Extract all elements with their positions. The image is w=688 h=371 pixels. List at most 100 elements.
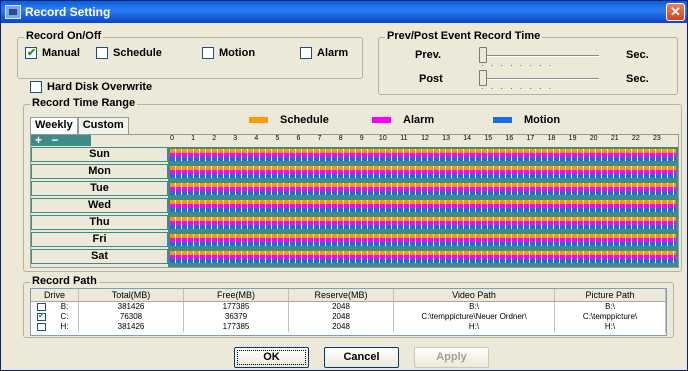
picture-cell: C:\temppicture\ — [555, 312, 666, 322]
hour-label: 0 — [170, 135, 174, 142]
schedule-row-mon[interactable] — [170, 166, 676, 179]
ok-button[interactable]: OK — [234, 347, 309, 368]
drive-cell: B: — [31, 302, 79, 312]
hour-label: 3 — [233, 135, 238, 142]
reserve-cell: 2048 — [289, 302, 394, 312]
post-slider-ticks: ········ — [481, 84, 559, 93]
video-cell: H:\ — [394, 322, 555, 332]
drive-checkbox[interactable] — [37, 323, 46, 331]
drive-checkbox[interactable] — [37, 303, 46, 311]
schedule-row-tue[interactable] — [170, 183, 676, 196]
day-mon[interactable]: Mon — [31, 164, 168, 179]
hour-label: 18 — [547, 135, 556, 142]
drive-letter: H: — [60, 322, 69, 331]
prev-slider[interactable]: ········ — [479, 46, 599, 70]
table-body: B:3814261773852048B:\B:\C:76308363792048… — [31, 302, 666, 332]
hour-label: 22 — [631, 135, 640, 142]
post-slider-thumb[interactable] — [479, 70, 487, 86]
day-wed[interactable]: Wed — [31, 198, 168, 213]
post-slider[interactable]: ········ — [479, 69, 599, 93]
tab-custom[interactable]: Custom — [77, 117, 129, 135]
prev-label: Prev. — [415, 49, 442, 61]
post-slider-track — [479, 78, 599, 80]
remove-schedule-button[interactable]: − — [51, 133, 58, 147]
day-tue[interactable]: Tue — [31, 181, 168, 196]
hour-label: 2 — [212, 135, 217, 142]
hour-label: 4 — [254, 135, 259, 142]
hour-label: 19 — [568, 135, 577, 142]
schedule-row-wed[interactable] — [170, 200, 676, 213]
close-button[interactable]: ✕ — [666, 3, 685, 21]
table-row[interactable]: B: 381426 177385 2048 B:\ B:\ — [31, 302, 666, 312]
weekly-schedule-panel: + − 0 1 2 3 4 5 6 7 8 9 10 11 12 13 14 15 16 17 18 19 20 21 22… — [30, 134, 679, 268]
add-schedule-button[interactable]: + — [35, 133, 42, 147]
schedule-toolbar: + − — [31, 133, 91, 147]
video-cell: C:\temppicture\Neuer Ordner\ — [394, 312, 555, 322]
column-header[interactable]: Picture Path — [555, 289, 666, 301]
column-header[interactable]: Reserve(MB) — [289, 289, 394, 301]
reserve-cell: 2048 — [289, 312, 394, 322]
cancel-button[interactable]: Cancel — [324, 347, 399, 368]
hour-label: 5 — [275, 135, 280, 142]
motion-stripe — [170, 259, 676, 263]
hour-label: 12 — [421, 135, 429, 142]
drive-cell: H: — [31, 322, 79, 332]
total-cell: 76308 — [79, 312, 184, 322]
legend-schedule: Schedule — [249, 114, 329, 126]
hour-label: 13 — [442, 135, 450, 142]
hour-label: 1 — [191, 135, 196, 142]
hour-label: 16 — [505, 135, 514, 142]
motion-stripe — [170, 242, 676, 246]
legend-motion: Motion — [493, 114, 560, 126]
hour-label: 7 — [317, 135, 322, 142]
motion-label: Motion — [219, 47, 256, 59]
day-sun[interactable]: Sun — [31, 147, 168, 162]
column-header[interactable]: Total(MB) — [79, 289, 184, 301]
day-fri[interactable]: Fri — [31, 232, 168, 247]
alarm-check-box[interactable] — [300, 47, 312, 59]
manual-check-box[interactable] — [25, 46, 37, 59]
day-thu[interactable]: Thu — [31, 215, 168, 230]
legend-motion-label: Motion — [524, 114, 561, 126]
free-cell: 36379 — [184, 312, 289, 322]
column-header[interactable]: Drive — [31, 289, 79, 301]
record-path-table: Drive Total(MB) Free(MB) Reserve(MB) Video P… — [30, 288, 667, 336]
legend-schedule-label: Schedule — [280, 114, 329, 126]
hour-label: 21 — [610, 135, 619, 142]
motion-stripe — [170, 225, 676, 229]
schedule-check-box[interactable] — [96, 47, 108, 59]
table-header: Drive Total(MB) Free(MB) Reserve(MB) Video P… — [31, 289, 666, 302]
app-icon — [5, 5, 21, 19]
title-bar: Record Setting ✕ — [1, 1, 687, 23]
table-row[interactable]: H: 381426 177385 2048 H:\ H:\ — [31, 322, 666, 332]
overwrite-check-box[interactable] — [30, 81, 42, 93]
apply-button[interactable]: Apply — [414, 347, 489, 368]
schedule-row-sun[interactable] — [170, 149, 676, 162]
schedule-row-fri[interactable] — [170, 234, 676, 247]
prev-slider-thumb[interactable] — [479, 47, 487, 63]
picture-cell: B:\ — [555, 302, 666, 312]
alarm-checkbox[interactable]: Alarm — [300, 47, 348, 59]
free-cell: 177385 — [184, 322, 289, 332]
window-title: Record Setting — [25, 5, 111, 19]
column-header[interactable]: Free(MB) — [184, 289, 289, 301]
post-label: Post — [419, 73, 443, 85]
manual-checkbox[interactable]: Manual — [25, 46, 80, 59]
hard-disk-overwrite-checkbox[interactable]: Hard Disk Overwrite — [30, 81, 152, 93]
total-cell: 381426 — [79, 302, 184, 312]
motion-checkbox[interactable]: Motion — [202, 47, 255, 59]
table-row[interactable]: C: 76308363792048C:\temppicture\Neuer Ord… — [31, 312, 666, 322]
schedule-row-sat[interactable] — [170, 251, 676, 264]
drive-checkbox[interactable] — [37, 312, 46, 321]
hour-label: 14 — [463, 135, 472, 142]
motion-check-box[interactable] — [202, 47, 214, 59]
schedule-checkbox[interactable]: Schedule — [96, 47, 162, 59]
schedule-row-thu[interactable] — [170, 217, 676, 230]
column-header[interactable]: Video Path — [394, 289, 555, 301]
prev-unit-label: Sec. — [626, 49, 649, 61]
schedule-label: Schedule — [113, 47, 162, 59]
day-sat[interactable]: Sat — [31, 249, 168, 264]
drive-letter: C: — [60, 312, 69, 321]
schedule-swatch — [249, 117, 268, 123]
schedule-timeline[interactable] — [168, 147, 678, 267]
